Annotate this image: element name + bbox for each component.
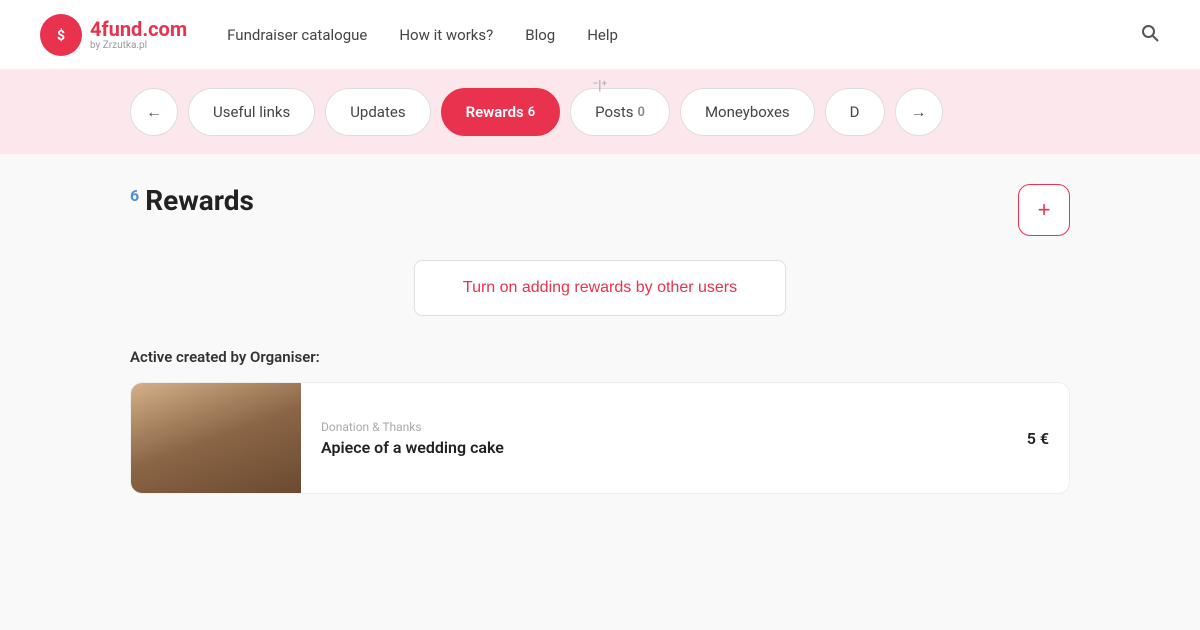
svg-text:$: $ [57, 27, 65, 44]
rewards-badge: 6 [528, 105, 535, 120]
nav: Fundraiser catalogue How it works? Blog … [227, 23, 1160, 47]
reward-card-price: 5 € [1027, 429, 1069, 448]
rewards-title-group: 6 Rewards [130, 184, 254, 217]
reward-card-category: Donation & Thanks [321, 420, 1007, 434]
rewards-header: 6 Rewards + [130, 184, 1070, 236]
nav-help[interactable]: Help [587, 26, 618, 44]
search-icon[interactable] [1140, 23, 1160, 47]
nav-how-it-works[interactable]: How it works? [399, 26, 493, 44]
tab-posts[interactable]: Posts 0 [570, 88, 670, 136]
tab-updates[interactable]: Updates [325, 88, 430, 136]
tab-right-arrow[interactable]: → [895, 88, 943, 136]
scroll-indicator: ⁻|⁺ [593, 78, 607, 94]
logo-sub: by Zrzutka.pl [90, 40, 187, 51]
add-reward-button[interactable]: + [1018, 184, 1070, 236]
tab-left-arrow[interactable]: ← [130, 88, 178, 136]
reward-card-title: Apiece of a wedding cake [321, 438, 1007, 457]
posts-badge: 0 [638, 105, 645, 120]
tabs-bar: ⁻|⁺ ← Useful links Updates Rewards 6 Pos… [0, 70, 1200, 154]
tab-useful-links[interactable]: Useful links [188, 88, 315, 136]
logo-main: 4fund.com [90, 18, 187, 40]
main-content: 6 Rewards + Turn on adding rewards by ot… [0, 154, 1200, 524]
reward-card: Donation & Thanks Apiece of a wedding ca… [130, 382, 1070, 494]
nav-fundraiser-catalogue[interactable]: Fundraiser catalogue [227, 26, 367, 44]
header: $ 4fund.com by Zrzutka.pl Fundraiser cat… [0, 0, 1200, 70]
logo[interactable]: $ 4fund.com by Zrzutka.pl [40, 14, 187, 56]
reward-card-image [131, 383, 301, 493]
turn-on-rewards-button[interactable]: Turn on adding rewards by other users [414, 260, 786, 316]
nav-blog[interactable]: Blog [525, 26, 555, 44]
logo-icon: $ [40, 14, 82, 56]
tab-extra[interactable]: D [825, 88, 885, 136]
reward-card-image-inner [131, 383, 301, 493]
tab-rewards[interactable]: Rewards 6 [441, 88, 561, 136]
reward-card-body: Donation & Thanks Apiece of a wedding ca… [301, 404, 1027, 473]
rewards-count: 6 [130, 186, 139, 205]
turn-on-container: Turn on adding rewards by other users [130, 260, 1070, 316]
logo-text: 4fund.com by Zrzutka.pl [90, 18, 187, 51]
rewards-title: Rewards [145, 184, 254, 217]
tab-moneyboxes[interactable]: Moneyboxes [680, 88, 815, 136]
active-section-label: Active created by Organiser: [130, 348, 1070, 366]
